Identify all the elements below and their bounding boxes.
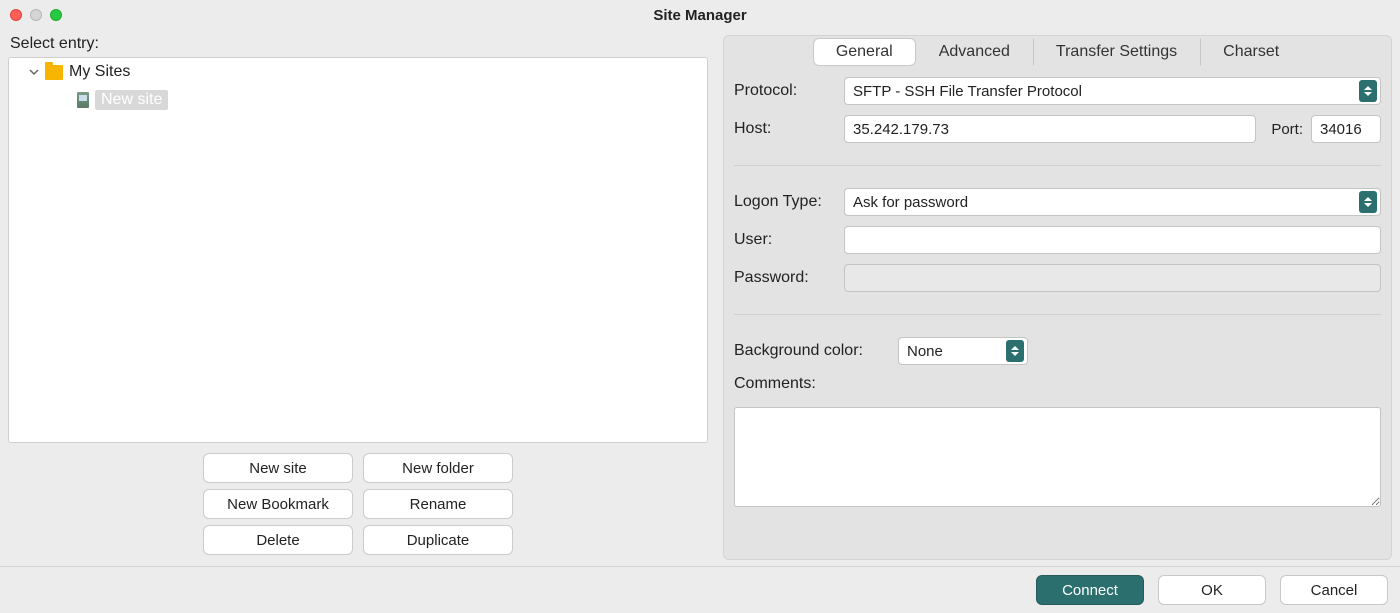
host-input[interactable] — [844, 115, 1256, 143]
comments-input[interactable] — [734, 407, 1381, 507]
window-title: Site Manager — [653, 7, 746, 24]
host-label: Host: — [734, 120, 844, 138]
duplicate-button[interactable]: Duplicate — [363, 525, 513, 555]
updown-icon — [1359, 191, 1377, 213]
password-label: Password: — [734, 269, 844, 287]
port-label: Port: — [1256, 121, 1311, 138]
minimize-window-icon — [30, 9, 42, 21]
background-color-label: Background color: — [734, 342, 898, 360]
select-entry-label: Select entry: — [10, 35, 708, 53]
tab-transfer-settings[interactable]: Transfer Settings — [1033, 38, 1200, 66]
tab-general[interactable]: General — [813, 38, 916, 66]
new-folder-button[interactable]: New folder — [363, 453, 513, 483]
close-window-icon[interactable] — [10, 9, 22, 21]
ok-button[interactable]: OK — [1158, 575, 1266, 605]
user-input[interactable] — [844, 226, 1381, 254]
left-pane: Select entry: My Sites New site New site… — [8, 35, 708, 560]
titlebar: Site Manager — [0, 0, 1400, 30]
entries-tree[interactable]: My Sites New site — [8, 57, 708, 443]
new-bookmark-button[interactable]: New Bookmark — [203, 489, 353, 519]
chevron-down-icon[interactable] — [29, 67, 39, 77]
connect-button[interactable]: Connect — [1036, 575, 1144, 605]
password-input — [844, 264, 1381, 292]
logon-type-value: Ask for password — [853, 194, 968, 211]
logon-type-select[interactable]: Ask for password — [844, 188, 1381, 216]
server-icon — [77, 92, 89, 108]
dialog-footer: Connect OK Cancel — [0, 567, 1400, 613]
protocol-select[interactable]: SFTP - SSH File Transfer Protocol — [844, 77, 1381, 105]
entry-buttons: New site New folder New Bookmark Rename … — [8, 453, 708, 555]
delete-button[interactable]: Delete — [203, 525, 353, 555]
rename-button[interactable]: Rename — [363, 489, 513, 519]
divider — [734, 165, 1381, 166]
tab-charset[interactable]: Charset — [1200, 38, 1302, 66]
tree-site-label[interactable]: New site — [95, 90, 168, 110]
right-pane: General Advanced Transfer Settings Chars… — [723, 35, 1392, 560]
divider — [734, 314, 1381, 315]
tree-root-row[interactable]: My Sites — [9, 58, 707, 86]
user-label: User: — [734, 231, 844, 249]
tree-site-row[interactable]: New site — [9, 86, 707, 114]
logon-type-label: Logon Type: — [734, 193, 844, 211]
background-color-select[interactable]: None — [898, 337, 1028, 365]
protocol-value: SFTP - SSH File Transfer Protocol — [853, 83, 1082, 100]
settings-tabs: General Advanced Transfer Settings Chars… — [734, 35, 1381, 69]
tab-advanced[interactable]: Advanced — [916, 38, 1033, 66]
cancel-button[interactable]: Cancel — [1280, 575, 1388, 605]
background-color-value: None — [907, 343, 943, 360]
protocol-label: Protocol: — [734, 82, 844, 100]
maximize-window-icon[interactable] — [50, 9, 62, 21]
new-site-button[interactable]: New site — [203, 453, 353, 483]
port-input[interactable] — [1311, 115, 1381, 143]
traffic-lights — [10, 9, 62, 21]
updown-icon — [1359, 80, 1377, 102]
comments-label: Comments: — [734, 375, 816, 393]
tree-root-label: My Sites — [69, 63, 130, 81]
updown-icon — [1006, 340, 1024, 362]
folder-icon — [45, 65, 63, 80]
